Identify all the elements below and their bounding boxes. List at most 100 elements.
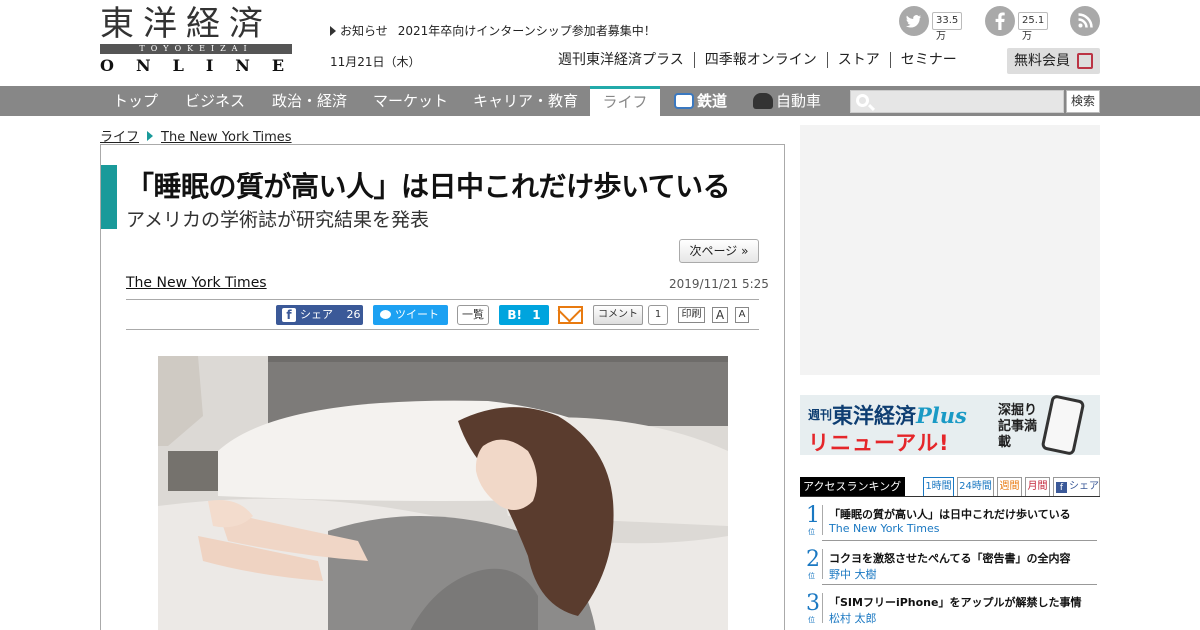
fb-share-label: シェア xyxy=(300,308,333,321)
banner-deep-dive: 深掘り記事満載 xyxy=(998,403,1038,450)
facebook-icon: f xyxy=(282,308,296,322)
facebook-count: 25.1万 xyxy=(1018,12,1049,42)
banner-weekly-name: 東洋経済 xyxy=(832,404,917,428)
rank-title[interactable]: 「睡眠の質が高い人」は日中これだけ歩いている xyxy=(829,506,1071,522)
top-link-store[interactable]: ストア xyxy=(826,52,890,68)
smartphone-icon xyxy=(1040,395,1086,455)
nav-politics-economy[interactable]: 政治・経済 xyxy=(272,86,347,116)
ranking-tabs: アクセスランキング 1時間 24時間 週間 月間 f シェア xyxy=(800,477,1100,497)
site-header: 東洋経済 TOYOKEIZAI ONLINE お知らせ 2021年卒向けインターン… xyxy=(0,0,1200,86)
banner-renewal: リニューアル! xyxy=(808,431,950,455)
top-link-shikiho[interactable]: 四季報オンライン xyxy=(693,52,827,68)
advertisement-slot[interactable] xyxy=(800,125,1100,375)
ranking-item[interactable]: 3 位 「SIMフリーiPhone」をアップルが解禁した事情 松村 太郎 xyxy=(800,587,1100,630)
nav-top[interactable]: トップ xyxy=(113,86,158,116)
divider xyxy=(822,505,823,535)
member-label: 無料会員 xyxy=(1014,53,1070,69)
notice-label: お知らせ xyxy=(340,24,388,38)
tab-monthly[interactable]: 月間 xyxy=(1025,477,1050,496)
rank-suffix: 位 xyxy=(808,616,815,624)
article-author[interactable]: The New York Times xyxy=(126,275,267,291)
nav-market[interactable]: マーケット xyxy=(373,86,448,116)
tab-weekly[interactable]: 週間 xyxy=(997,477,1022,496)
divider xyxy=(822,593,823,623)
banner-plus: Plus xyxy=(916,403,967,428)
nav-career-education[interactable]: キャリア・教育 xyxy=(473,86,578,116)
divider xyxy=(822,549,823,579)
main-nav: トップ ビジネス 政治・経済 マーケット キャリア・教育 ライフ 鉄道 自動車 … xyxy=(0,86,1200,116)
nav-life[interactable]: ライフ xyxy=(590,86,660,116)
rank-author[interactable]: 野中 大樹 xyxy=(829,566,877,582)
article-title: 「睡眠の質が高い人」は日中これだけ歩いている xyxy=(126,170,731,203)
rank-title[interactable]: 「SIMフリーiPhone」をアップルが解禁した事情 xyxy=(829,594,1081,610)
ranking-item[interactable]: 2 位 コクヨを激怒させたぺんてる「密告書」の全内容 野中 大樹 xyxy=(800,543,1100,587)
print-button[interactable]: 印刷 xyxy=(678,307,705,323)
ranking-title: アクセスランキング xyxy=(800,477,905,496)
breadcrumb-section[interactable]: ライフ xyxy=(100,130,139,145)
divider xyxy=(822,584,1097,585)
breadcrumb-arrow-icon xyxy=(147,131,154,141)
next-page-button[interactable]: 次ページ » xyxy=(679,239,759,263)
car-icon xyxy=(753,93,773,109)
ranking-item[interactable]: 1 位 「睡眠の質が高い人」は日中これだけ歩いている The New York … xyxy=(800,499,1100,543)
train-icon xyxy=(674,93,694,109)
search-button[interactable]: 検索 xyxy=(1066,90,1100,113)
nav-railway-label: 鉄道 xyxy=(697,92,728,110)
twitter-icon xyxy=(899,6,929,36)
search-icon xyxy=(856,94,869,107)
nav-business[interactable]: ビジネス xyxy=(185,86,245,116)
font-small-button[interactable]: A xyxy=(735,307,749,323)
nav-automobile[interactable]: 自動車 xyxy=(753,86,821,116)
tab-share[interactable]: f シェア xyxy=(1053,477,1100,496)
top-link-weekly-plus[interactable]: 週刊東洋経済プラス xyxy=(558,52,694,68)
banner-weekly-title: 週刊東洋経済Plus xyxy=(808,400,967,430)
tab-1hour[interactable]: 1時間 xyxy=(923,477,954,496)
tweet-button[interactable]: ツイート xyxy=(373,305,448,325)
nav-automobile-label: 自動車 xyxy=(776,92,822,110)
tweet-list-link[interactable]: 一覧 xyxy=(457,305,489,325)
rank-author[interactable]: 松村 太郎 xyxy=(829,610,877,626)
tab-24hours[interactable]: 24時間 xyxy=(957,477,994,496)
article-box: 「睡眠の質が高い人」は日中これだけ歩いている アメリカの学術誌が研究結果を発表 … xyxy=(100,144,785,630)
facebook-icon: f xyxy=(1056,482,1067,493)
rank-number: 1 xyxy=(806,503,820,528)
weekly-plus-banner[interactable]: 週刊東洋経済Plus リニューアル! 深掘り記事満載 xyxy=(800,395,1100,455)
rank-number: 2 xyxy=(806,547,820,572)
fb-share-count: 26 xyxy=(346,308,361,321)
top-link-seminar[interactable]: セミナー xyxy=(889,52,967,68)
comment-count: 1 xyxy=(648,305,668,325)
banner-weekly-prefix: 週刊 xyxy=(808,408,833,422)
breadcrumb-source[interactable]: The New York Times xyxy=(161,130,292,145)
rank-title[interactable]: コクヨを激怒させたぺんてる「密告書」の全内容 xyxy=(829,550,1070,566)
font-large-button[interactable]: A xyxy=(712,307,728,323)
hatena-bookmark-button[interactable]: B! 1 xyxy=(499,305,549,325)
rank-number: 3 xyxy=(806,591,820,616)
comment-button[interactable]: コメント xyxy=(593,305,643,325)
triangle-right-icon xyxy=(330,26,336,36)
nav-railway[interactable]: 鉄道 xyxy=(674,86,727,116)
twitter-bird-icon xyxy=(380,310,391,319)
rank-author[interactable]: The New York Times xyxy=(829,522,939,535)
search-input[interactable] xyxy=(850,90,1064,113)
notice[interactable]: お知らせ 2021年卒向けインターンシップ参加者募集中！ xyxy=(330,22,656,39)
free-member-button[interactable]: 無料会員 xyxy=(1007,48,1100,74)
divider xyxy=(800,496,1100,497)
hatena-count: 1 xyxy=(532,308,541,322)
twitter-count: 33.5万 xyxy=(932,12,963,42)
ranking-list: 1 位 「睡眠の質が高い人」は日中これだけ歩いている The New York … xyxy=(800,499,1100,630)
divider xyxy=(126,329,759,330)
notice-text[interactable]: 2021年卒向けインターンシップ参加者募集中！ xyxy=(398,24,656,38)
access-ranking: アクセスランキング 1時間 24時間 週間 月間 f シェア 1 位 「睡眠の質が… xyxy=(800,477,1100,625)
facebook-icon xyxy=(985,6,1015,36)
article-subtitle: アメリカの学術誌が研究結果を発表 xyxy=(126,209,430,231)
divider xyxy=(822,540,1097,541)
article-date: 2019/11/21 5:25 xyxy=(669,277,769,291)
logo-online: ONLINE xyxy=(100,56,307,75)
hatena-label: B! xyxy=(507,308,523,322)
facebook-share-button[interactable]: f シェア 26 xyxy=(276,305,363,325)
rank-suffix: 位 xyxy=(808,528,815,536)
mail-icon[interactable] xyxy=(558,306,583,324)
divider xyxy=(126,299,759,300)
site-logo[interactable]: 東洋経済 TOYOKEIZAI ONLINE xyxy=(100,6,307,75)
article-photo xyxy=(158,356,728,630)
